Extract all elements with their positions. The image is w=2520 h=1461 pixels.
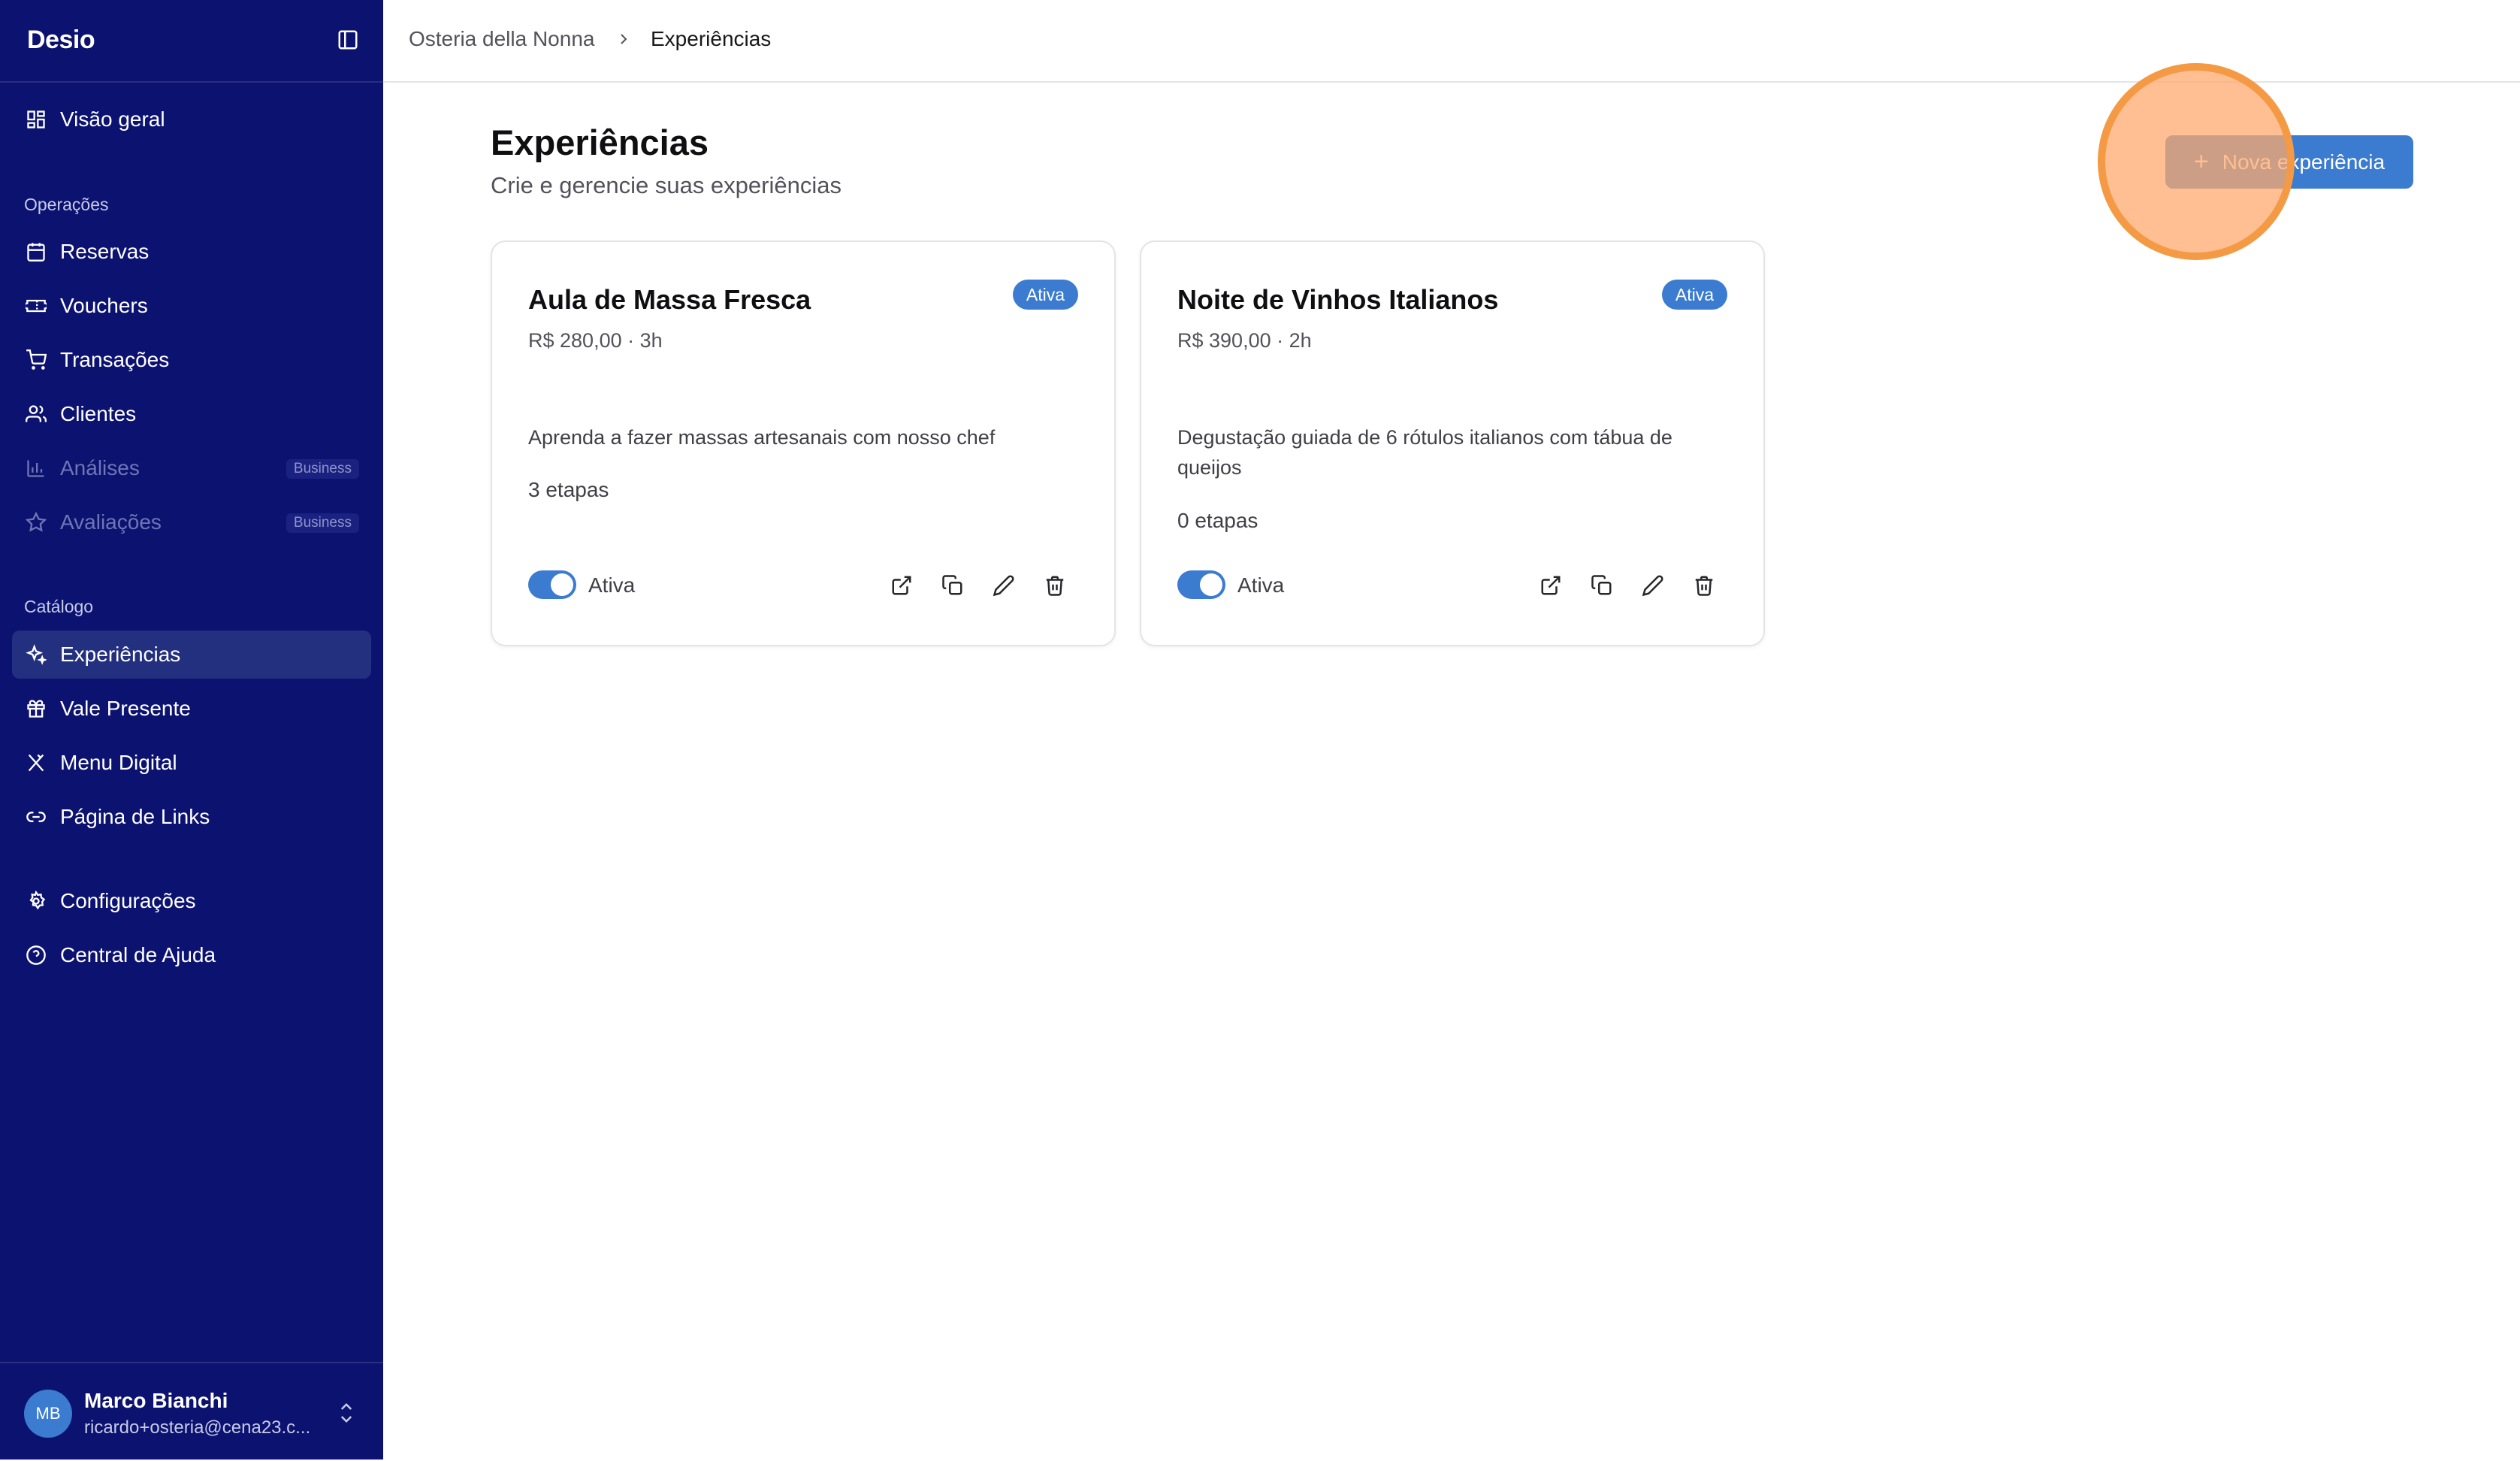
status-badge: Ativa [1012,280,1078,310]
breadcrumb-current: Experiências [651,27,772,50]
sidebar-item-label: Vouchers [60,294,148,317]
sidebar-item-avaliacoes[interactable]: Avaliações Business [12,498,371,546]
experience-meta: R$ 280,00 · 3h [528,329,663,352]
experience-steps: 0 etapas [1177,509,1258,532]
sidebar-item-menu-digital[interactable]: Menu Digital [12,739,371,787]
sidebar-item-label: Análises [60,456,140,479]
sidebar-item-pagina-de-links[interactable]: Página de Links [12,793,371,841]
new-experience-label: Nova experiência [2222,150,2386,174]
experience-description: Degustação guiada de 6 rótulos italianos… [1177,426,1672,479]
experience-card[interactable]: Aula de Massa Fresca Ativa R$ 280,00 · 3… [491,240,1116,646]
sidebar-item-label: Vale Presente [60,697,191,720]
sidebar-item-label: Experiências [60,643,181,666]
sparkles-icon [24,643,48,667]
star-icon [24,510,48,534]
user-menu[interactable]: MB Marco Bianchi ricardo+osteria@cena23.… [0,1362,383,1461]
chevron-right-icon [615,29,633,50]
sidebar-item-label: Clientes [60,402,137,425]
layout-grid-icon [24,107,48,132]
link-icon [24,805,48,829]
help-circle-icon [24,943,48,967]
cart-icon [24,348,48,372]
utensils-icon [24,751,48,775]
sidebar-item-label: Transações [60,348,170,371]
ticket-icon [24,294,48,318]
users-icon [24,402,48,426]
sidebar-item-vale-presente[interactable]: Vale Presente [12,685,371,733]
experience-card[interactable]: Noite de Vinhos Italianos Ativa R$ 390,0… [1140,240,1765,646]
topbar: Osteria della Nonna Experiências [383,0,2520,83]
user-email: ricardo+osteria@cena23.c... [84,1417,311,1438]
calendar-icon [24,240,48,264]
section-label-operations: Operações [24,195,109,214]
plus-icon: + [2193,147,2209,176]
sidebar-item-vouchers[interactable]: Vouchers [12,282,371,330]
status-badge: Ativa [1661,280,1727,310]
sidebar-item-label: Menu Digital [60,751,177,774]
experience-description: Aprenda a fazer massas artesanais com no… [528,426,996,449]
sidebar-item-analises[interactable]: Análises Business [12,444,371,492]
page-title: Experiências [491,123,709,162]
experience-title: Aula de Massa Fresca [528,284,811,315]
user-name: Marco Bianchi [84,1389,228,1412]
sidebar-item-reservas[interactable]: Reservas [12,228,371,276]
sidebar-item-experiencias[interactable]: Experiências [12,631,371,679]
experience-meta: R$ 390,00 · 2h [1177,329,1312,352]
toggle-knob [551,573,573,596]
toggle-knob [1200,573,1222,596]
sidebar-item-label: Visão geral [60,107,165,131]
copy-icon[interactable] [940,573,965,598]
experience-title: Noite de Vinhos Italianos [1177,284,1499,315]
sidebar-header: Desio [0,0,383,83]
page-subtitle: Crie e gerencie suas experiências [491,172,842,198]
sidebar-item-clientes[interactable]: Clientes [12,390,371,438]
sidebar-item-transacoes[interactable]: Transações [12,336,371,384]
sidebar-item-label: Configurações [60,889,196,912]
sidebar-item-label: Página de Links [60,805,210,828]
bar-chart-icon [24,456,48,480]
active-toggle[interactable] [528,570,576,599]
sidebar-item-central-de-ajuda[interactable]: Central de Ajuda [12,931,371,979]
business-badge: Business [286,513,359,533]
copy-icon[interactable] [1589,573,1615,598]
trash-icon[interactable] [1042,573,1068,598]
sidebar-item-configuracoes[interactable]: Configurações [12,877,371,925]
gift-icon [24,697,48,721]
business-badge: Business [286,459,359,479]
chevrons-up-down-icon[interactable] [335,1399,358,1426]
external-link-icon[interactable] [889,573,914,598]
app-logo[interactable]: Desio [27,26,95,55]
sidebar-item-label: Reservas [60,240,150,263]
breadcrumb-root[interactable]: Osteria della Nonna [409,27,594,51]
pencil-icon[interactable] [1640,573,1666,598]
sidebar: Desio Visão geral Operações Reservas Vou… [0,0,383,1459]
section-label-catalog: Catálogo [24,597,94,616]
trash-icon[interactable] [1691,573,1717,598]
sidebar-toggle-icon[interactable] [337,29,359,51]
sidebar-item-label: Central de Ajuda [60,943,216,966]
sidebar-item-label: Avaliações [60,510,162,534]
avatar: MB [24,1390,72,1438]
experience-steps: 3 etapas [528,478,609,501]
active-toggle[interactable] [1177,570,1225,599]
toggle-label: Ativa [588,573,636,597]
gear-icon [24,889,48,913]
sidebar-item-overview[interactable]: Visão geral [12,95,371,144]
external-link-icon[interactable] [1538,573,1564,598]
new-experience-button[interactable]: + Nova experiência [2165,135,2413,189]
toggle-label: Ativa [1237,573,1285,597]
pencil-icon[interactable] [991,573,1017,598]
